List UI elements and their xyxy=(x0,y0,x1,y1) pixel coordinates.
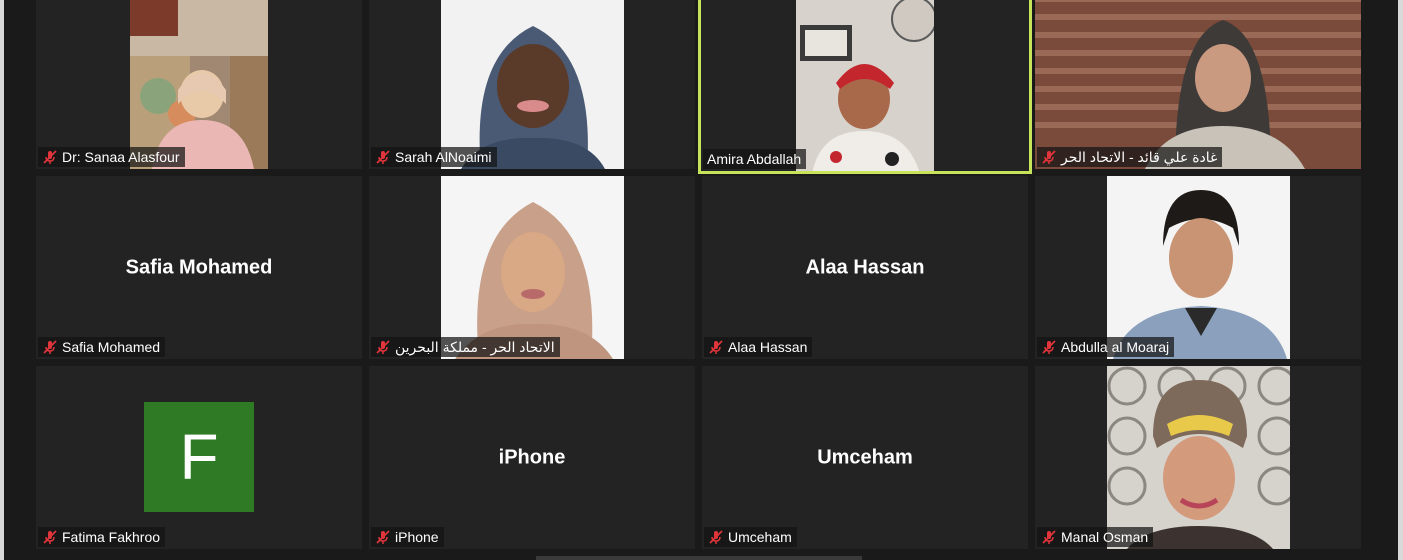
participant-name: iPhone xyxy=(395,529,439,545)
participant-label: Umceham xyxy=(704,527,797,547)
participant-video xyxy=(1107,176,1290,359)
participant-name: Amira Abdallah xyxy=(707,151,802,167)
muted-mic-icon xyxy=(709,530,723,544)
participant-name: Dr: Sanaa Alasfour xyxy=(62,149,180,165)
participant-tile-name: Alaa Hassan xyxy=(805,256,925,278)
participant-label: Manal Osman xyxy=(1037,527,1154,547)
participant-label: Fatima Fakhroo xyxy=(38,527,166,547)
participant-tile-9[interactable]: iPhone iPhone xyxy=(369,366,695,549)
participant-label: غادة علي قائد - الاتحاد الحر xyxy=(1037,147,1223,167)
participant-tile-7[interactable]: Abdulla al Moaraj xyxy=(1035,176,1361,359)
participant-name: الاتحاد الحر - مملكة البحرين xyxy=(395,339,555,355)
participant-video xyxy=(1107,366,1290,549)
participant-tile-name: Safia Mohamed xyxy=(125,256,273,278)
participant-tile-4[interactable]: Safia Mohamed Safia Mohamed xyxy=(36,176,362,359)
participant-tile-3[interactable]: غادة علي قائد - الاتحاد الحر xyxy=(1035,0,1361,169)
participant-label: Amira Abdallah xyxy=(703,149,807,169)
participant-name: Sarah AlNoaimi xyxy=(395,149,492,165)
participant-tile-6[interactable]: Alaa Hassan Alaa Hassan xyxy=(702,176,1028,359)
participant-video xyxy=(441,176,624,359)
toolbar-peek xyxy=(536,556,862,560)
participant-tile-5[interactable]: الاتحاد الحر - مملكة البحرين xyxy=(369,176,695,359)
participant-video-frame xyxy=(1107,366,1290,549)
participant-video xyxy=(1035,0,1361,169)
participant-tile-0[interactable]: Dr: Sanaa Alasfour xyxy=(36,0,362,169)
participant-name: Abdulla al Moaraj xyxy=(1061,339,1170,355)
participant-tile-8[interactable]: F Fatima Fakhroo xyxy=(36,366,362,549)
muted-mic-icon xyxy=(709,340,723,354)
participant-label: Safia Mohamed xyxy=(38,337,166,357)
participant-tile-2[interactable]: Amira Abdallah xyxy=(698,0,1032,174)
participant-tile-11[interactable]: Manal Osman xyxy=(1035,366,1361,549)
participant-label: Sarah AlNoaimi xyxy=(371,147,497,167)
participant-tile-name: Umceham xyxy=(817,446,913,468)
participant-label: Alaa Hassan xyxy=(704,337,813,357)
participant-label: Abdulla al Moaraj xyxy=(1037,337,1175,357)
participant-label: Dr: Sanaa Alasfour xyxy=(38,147,185,167)
participant-name: Umceham xyxy=(728,529,792,545)
muted-mic-icon xyxy=(376,340,390,354)
participant-video xyxy=(441,0,624,169)
muted-mic-icon xyxy=(376,530,390,544)
muted-mic-icon xyxy=(43,340,57,354)
muted-mic-icon xyxy=(376,150,390,164)
muted-mic-icon xyxy=(1042,150,1056,164)
participant-avatar: F xyxy=(144,402,254,512)
participant-name: Alaa Hassan xyxy=(728,339,808,355)
participant-tile-1[interactable]: Sarah AlNoaimi xyxy=(369,0,695,169)
participant-tile-10[interactable]: Umceham Umceham xyxy=(702,366,1028,549)
muted-mic-icon xyxy=(1042,340,1056,354)
participant-tile-name: iPhone xyxy=(498,446,566,468)
participant-name: Safia Mohamed xyxy=(62,339,161,355)
muted-mic-icon xyxy=(43,530,57,544)
participant-name: Fatima Fakhroo xyxy=(62,529,161,545)
participant-video-frame xyxy=(1107,176,1290,359)
participant-video-frame xyxy=(441,0,624,169)
participant-name: غادة علي قائد - الاتحاد الحر xyxy=(1061,149,1218,165)
muted-mic-icon xyxy=(1042,530,1056,544)
muted-mic-icon xyxy=(43,150,57,164)
participant-video-frame xyxy=(441,176,624,359)
participant-video-frame xyxy=(130,0,268,169)
participant-video-frame xyxy=(796,0,934,171)
participant-video xyxy=(796,0,934,171)
window-edge-left xyxy=(0,0,4,560)
participant-name: Manal Osman xyxy=(1061,529,1149,545)
meeting-gallery-view: Dr: Sanaa Alasfour Sarah AlNoaimi Amira … xyxy=(0,0,1403,560)
participant-video-frame xyxy=(1035,0,1361,169)
participant-label: الاتحاد الحر - مملكة البحرين xyxy=(371,337,560,357)
participant-video xyxy=(130,0,268,169)
window-edge-right xyxy=(1398,0,1403,560)
participant-label: iPhone xyxy=(371,527,444,547)
